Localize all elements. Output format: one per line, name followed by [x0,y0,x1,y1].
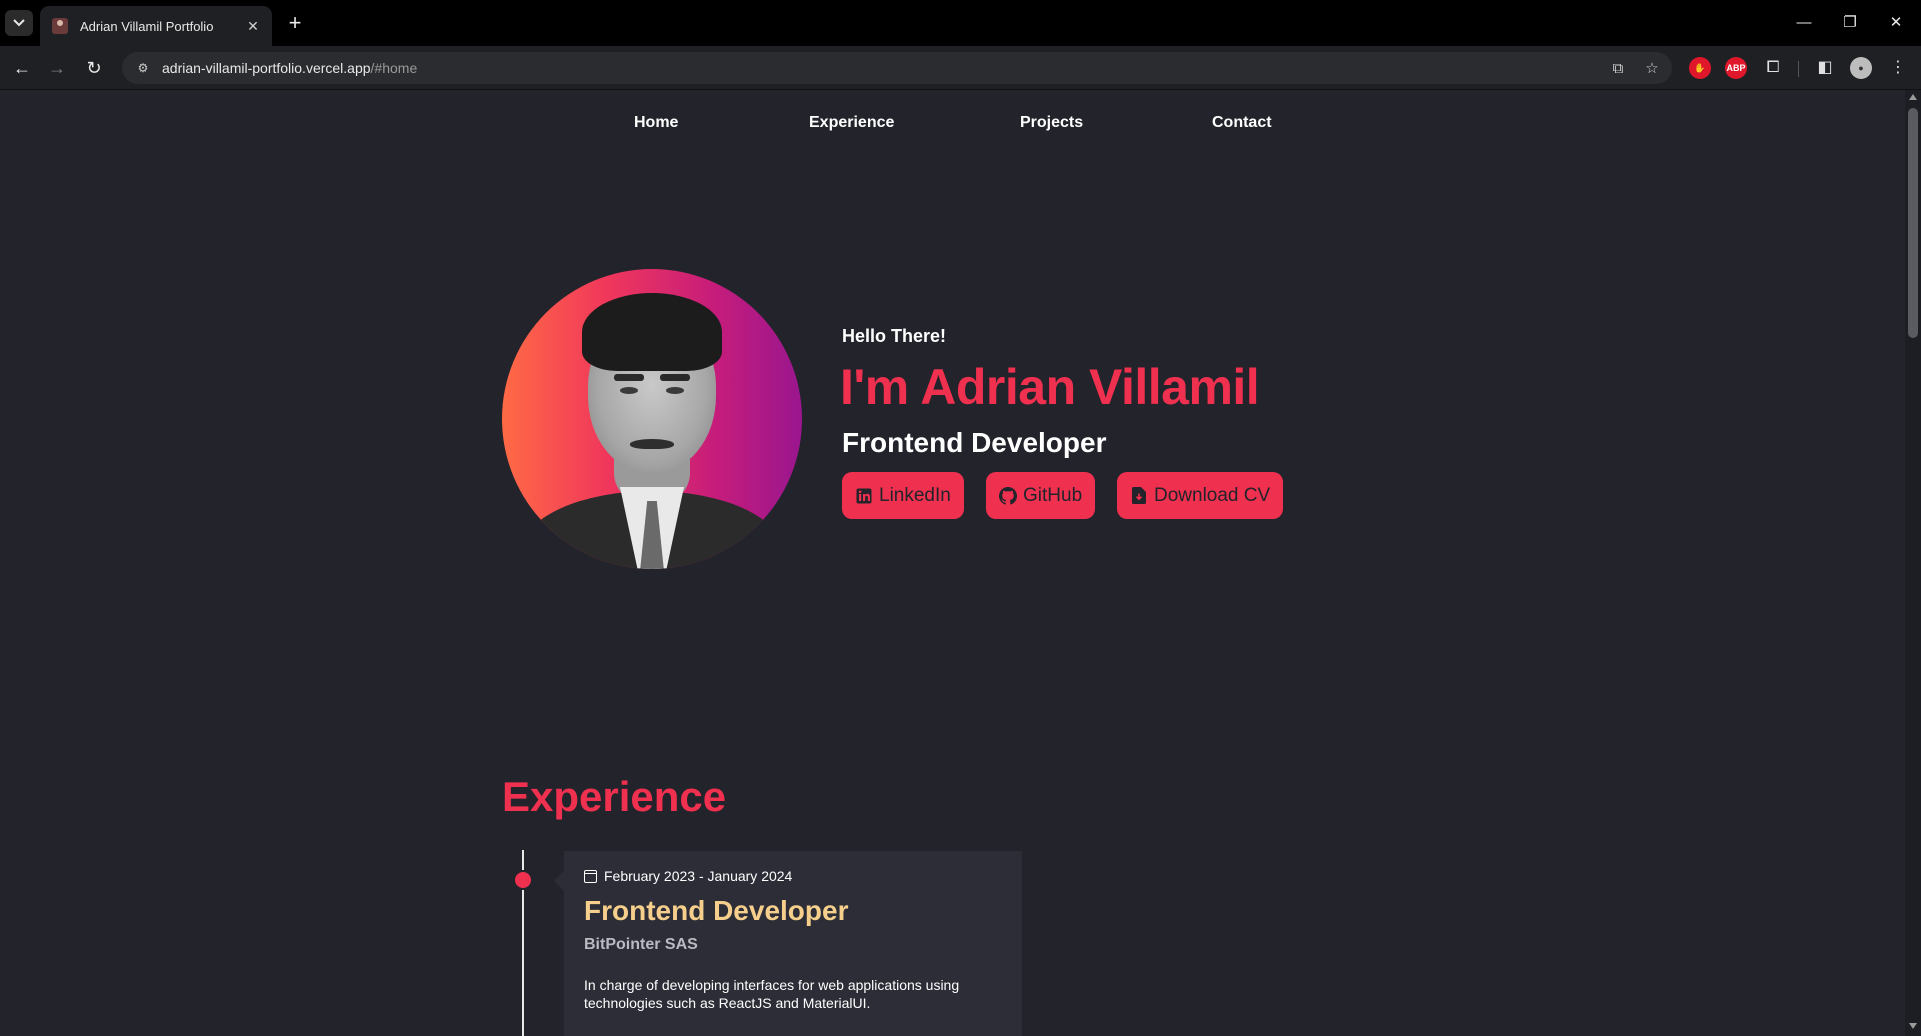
download-cv-button-label: Download CV [1154,484,1271,506]
nav-link-projects[interactable]: Projects [1020,114,1083,132]
back-arrow-icon[interactable]: ← [8,54,36,82]
adblock-plus-icon[interactable]: ABP [1725,57,1747,79]
hero-role: Frontend Developer [842,427,1107,458]
scroll-up-arrow-icon[interactable] [1909,94,1917,100]
page-scrollbar[interactable] [1905,90,1921,1036]
scrollbar-thumb[interactable] [1908,108,1918,338]
linkedin-button-label: LinkedIn [879,484,951,506]
github-button-label: GitHub [1023,484,1083,506]
profile-avatar[interactable]: ● [1850,57,1872,79]
side-panel-icon[interactable]: ◧ [1814,57,1836,79]
hero-name: I'm Adrian Villamil [840,359,1260,415]
hand-stop-extension-icon[interactable]: ✋ [1689,57,1711,79]
profile-photo [502,269,802,569]
bookmark-star-icon[interactable]: ☆ [1642,59,1662,79]
toolbar-divider [1798,61,1799,77]
browser-toolbar: ← → ↻ ⚙ adrian-villamil-portfolio.vercel… [0,46,1921,90]
menu-kebab-icon[interactable]: ⋮ [1887,57,1909,79]
site-navigation: Home Experience Projects Contact [0,114,1905,144]
experience-description: In charge of developing interfaces for w… [584,977,960,1011]
chevron-down-icon [13,19,25,27]
translate-icon[interactable]: ⧉ [1608,59,1628,79]
linkedin-button[interactable]: LinkedIn [842,472,964,519]
experience-company: BitPointer SAS [584,936,698,953]
github-icon [999,486,1017,505]
close-tab-icon[interactable]: ✕ [244,18,262,35]
experience-card: February 2023 - January 2024 Frontend De… [554,851,1022,1036]
extensions-puzzle-icon[interactable]: ⧠ [1762,57,1784,79]
linkedin-icon [855,487,873,505]
experience-date: February 2023 - January 2024 [584,868,792,884]
experience-heading: Experience [502,773,727,820]
minimize-window-button[interactable]: — [1784,10,1824,36]
reload-icon[interactable]: ↻ [80,54,108,82]
browser-tab-active[interactable]: Adrian Villamil Portfolio ✕ [40,6,272,46]
close-window-button[interactable]: ✕ [1876,10,1916,36]
experience-position: Frontend Developer [584,895,849,926]
hero-greeting: Hello There! [842,326,947,346]
site-info-icon[interactable]: ⚙ [134,59,152,77]
tab-search-button[interactable] [5,10,33,36]
nav-link-experience[interactable]: Experience [809,114,894,132]
favicon-icon [52,18,68,34]
page-viewport: Home Experience Projects Contact Hello T… [0,90,1905,1036]
new-tab-button[interactable]: + [282,11,308,37]
nav-link-contact[interactable]: Contact [1212,114,1272,132]
tab-title: Adrian Villamil Portfolio [80,18,214,34]
github-button[interactable]: GitHub [986,472,1096,519]
browser-tab-bar: Adrian Villamil Portfolio ✕ + — ❐ ✕ [0,0,1921,46]
timeline-dot [513,870,533,890]
calendar-icon [584,869,597,883]
url-text[interactable]: adrian-villamil-portfolio.vercel.app/#ho… [162,60,417,76]
scroll-down-arrow-icon[interactable] [1909,1023,1917,1029]
download-cv-button[interactable]: Download CV [1117,472,1284,519]
file-download-icon [1130,487,1148,505]
nav-link-home[interactable]: Home [634,114,678,132]
restore-window-button[interactable]: ❐ [1830,10,1870,36]
forward-arrow-icon[interactable]: → [43,54,71,82]
address-bar[interactable]: ⚙ adrian-villamil-portfolio.vercel.app/#… [122,52,1672,84]
